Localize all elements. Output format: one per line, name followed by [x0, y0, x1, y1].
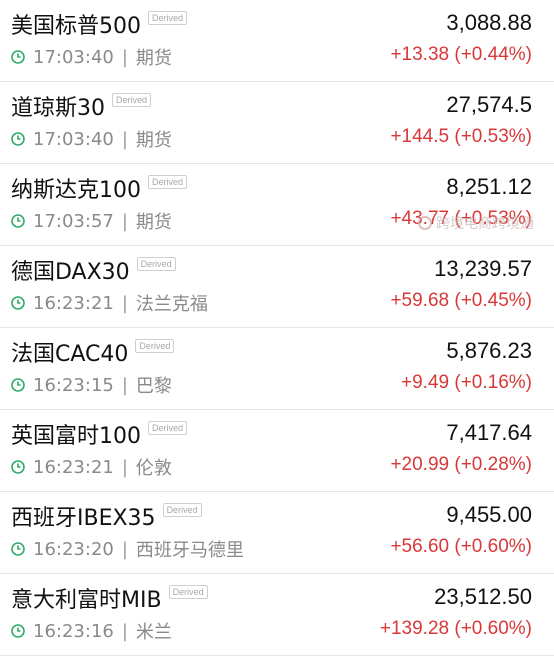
clock-icon: [11, 378, 25, 392]
derived-badge: Derived: [136, 257, 176, 271]
price-value: 5,876.23: [446, 338, 532, 363]
separator: |: [121, 292, 128, 314]
change-value: +9.49 (+0.16%): [401, 372, 532, 393]
derived-badge: Derived: [162, 503, 202, 517]
update-time: 16:23:16: [33, 620, 114, 642]
derived-badge: Derived: [148, 421, 188, 435]
index-name: 法国CAC40: [11, 342, 129, 367]
change-value: +144.5 (+0.53%): [390, 126, 532, 147]
market-label: 巴黎: [135, 376, 172, 397]
derived-badge: Derived: [135, 339, 175, 353]
quote-row[interactable]: 美国标普500 Derived 17:03:40 | 期货 3,088.88 +…: [0, 0, 554, 82]
quote-row[interactable]: 英国富时100 Derived 16:23:21 | 伦敦 7,417.64 +…: [0, 410, 554, 492]
market-label: 西班牙马德里: [135, 540, 244, 561]
market-label: 法兰克福: [135, 294, 208, 315]
index-name: 道琼斯30: [11, 96, 105, 121]
price-value: 8,251.12: [446, 174, 532, 199]
change-value: +20.99 (+0.28%): [390, 454, 532, 475]
separator: |: [121, 456, 128, 478]
index-name: 意大利富时MIB: [11, 588, 162, 613]
change-value: +59.68 (+0.45%): [390, 290, 532, 311]
quote-row[interactable]: 纳斯达克100 Derived 17:03:57 | 期货 8,251.12 +…: [0, 164, 554, 246]
market-label: 伦敦: [135, 458, 172, 479]
clock-icon: [11, 460, 25, 474]
market-label: 米兰: [135, 622, 172, 643]
separator: |: [121, 46, 128, 68]
index-name: 美国标普500: [11, 14, 141, 39]
separator: |: [121, 538, 128, 560]
clock-icon: [11, 132, 25, 146]
derived-badge: Derived: [148, 175, 188, 189]
clock-icon: [11, 542, 25, 556]
change-value: +13.38 (+0.44%): [390, 44, 532, 65]
derived-badge: Derived: [112, 93, 152, 107]
price-value: 3,088.88: [446, 10, 532, 35]
separator: |: [121, 620, 128, 642]
separator: |: [121, 210, 128, 232]
market-label: 期货: [135, 48, 172, 69]
clock-icon: [11, 214, 25, 228]
market-label: 期货: [135, 130, 172, 151]
index-name: 英国富时100: [11, 424, 141, 449]
price-value: 13,239.57: [434, 256, 532, 281]
quote-row[interactable]: 意大利富时MIB Derived 16:23:16 | 米兰 23,512.50…: [0, 574, 554, 656]
clock-icon: [11, 50, 25, 64]
derived-badge: Derived: [168, 585, 208, 599]
derived-badge: Derived: [148, 11, 188, 25]
update-time: 16:23:20: [33, 538, 114, 560]
price-value: 27,574.5: [446, 92, 532, 117]
separator: |: [121, 374, 128, 396]
index-quote-list: 美国标普500 Derived 17:03:40 | 期货 3,088.88 +…: [0, 0, 554, 663]
update-time: 17:03:40: [33, 46, 114, 68]
quote-row[interactable]: 西班牙IBEX35 Derived 16:23:20 | 西班牙马德里 9,45…: [0, 492, 554, 574]
quote-row[interactable]: 道琼斯30 Derived 17:03:40 | 期货 27,574.5 +14…: [0, 82, 554, 164]
update-time: 17:03:40: [33, 128, 114, 150]
change-value: +139.28 (+0.60%): [379, 618, 532, 639]
separator: |: [121, 128, 128, 150]
clock-icon: [11, 296, 25, 310]
price-value: 7,417.64: [446, 420, 532, 445]
update-time: 16:23:15: [33, 374, 114, 396]
index-name: 德国DAX30: [11, 260, 130, 285]
update-time: 17:03:57: [33, 210, 114, 232]
price-value: 9,455.00: [446, 502, 532, 527]
index-name: 纳斯达克100: [11, 178, 141, 203]
update-time: 16:23:21: [33, 456, 114, 478]
index-name: 西班牙IBEX35: [11, 506, 156, 531]
market-label: 期货: [135, 212, 172, 233]
change-value: +43.77 (+0.53%): [390, 208, 532, 229]
change-value: +56.60 (+0.60%): [390, 536, 532, 557]
quote-row[interactable]: 法国CAC40 Derived 16:23:15 | 巴黎 5,876.23 +…: [0, 328, 554, 410]
update-time: 16:23:21: [33, 292, 114, 314]
price-value: 23,512.50: [434, 584, 532, 609]
clock-icon: [11, 624, 25, 638]
quote-row[interactable]: 德国DAX30 Derived 16:23:21 | 法兰克福 13,239.5…: [0, 246, 554, 328]
